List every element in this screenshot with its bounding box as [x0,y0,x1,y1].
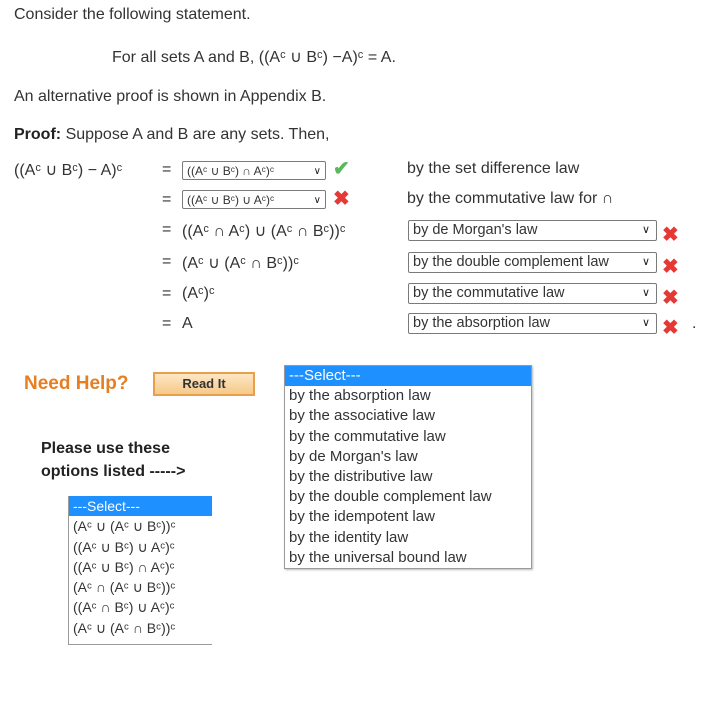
proof-label: Proof: [14,126,62,143]
step-2-expression-select[interactable]: ((Aᶜ ∪ Bᶜ) ∪ Aᶜ)ᶜ ∨ [182,190,326,209]
list-item[interactable]: ---Select--- [285,366,531,387]
intro-text: Consider the following statement. [14,6,251,23]
step-6-reason-select[interactable]: by the absorption law ∨ [408,313,657,334]
list-item[interactable]: by the distributive law [285,467,531,487]
x-mark-icon: ✖ [662,256,679,278]
options-listed-label: options listed -----> [41,463,186,480]
equals-sign: = [162,221,172,238]
select-value: ((Aᶜ ∪ Bᶜ) ∩ Aᶜ)ᶜ [187,164,275,178]
chevron-down-icon: ∨ [641,287,650,299]
select-value: by the double complement law [413,254,609,270]
equals-sign: = [162,191,172,208]
list-item[interactable]: ((Aᶜ ∪ Bᶜ) ∩ Aᶜ)ᶜ [69,557,212,577]
step-4-reason-select[interactable]: by the double complement law ∨ [408,252,657,273]
equals-sign: = [162,161,172,178]
list-item[interactable]: by the absorption law [285,386,531,406]
statement-text: For all sets A and B, ((Aᶜ ∪ Bᶜ) −A)ᶜ = … [112,49,396,66]
step-1-expression-select[interactable]: ((Aᶜ ∪ Bᶜ) ∩ Aᶜ)ᶜ ∨ [182,161,326,180]
list-item[interactable]: by the associative law [285,406,531,426]
select-value: by de Morgan's law [413,222,538,238]
step-5-expression: (Aᶜ)ᶜ [182,285,215,302]
read-it-button[interactable]: Read It [153,372,255,396]
step-4-expression: (Aᶜ ∪ (Aᶜ ∩ Bᶜ))ᶜ [182,255,299,272]
list-item[interactable]: (Aᶜ ∪ (Aᶜ ∪ Bᶜ))ᶜ [69,516,212,536]
equals-sign: = [162,253,172,270]
checkmark-icon: ✔ [333,158,350,180]
select-value: by the commutative law [413,285,565,301]
step-3-expression: ((Aᶜ ∩ Aᶜ) ∪ (Aᶜ ∩ Bᶜ))ᶜ [182,223,346,240]
list-item[interactable]: by the double complement law [285,487,531,507]
list-item[interactable]: ((Aᶜ ∪ Bᶜ) ∪ Aᶜ)ᶜ [69,537,212,557]
chevron-down-icon: ∨ [641,256,650,268]
select-value: ((Aᶜ ∪ Bᶜ) ∪ Aᶜ)ᶜ [187,193,275,207]
list-item[interactable]: by the commutative law [285,427,531,447]
chevron-down-icon: ∨ [313,195,321,206]
please-use-label: Please use these [41,440,170,457]
chevron-down-icon: ∨ [641,317,650,329]
list-item[interactable]: (Aᶜ ∪ (Aᶜ ∩ Bᶜ))ᶜ [69,618,212,638]
step-3-reason-select[interactable]: by de Morgan's law ∨ [408,220,657,241]
list-item[interactable]: by the identity law [285,528,531,548]
need-help-label: Need Help? [24,373,129,394]
reason-options-listbox[interactable]: ---Select--- by the absorption law by th… [284,365,532,569]
chevron-down-icon: ∨ [641,224,650,236]
x-mark-icon: ✖ [662,224,679,246]
alternative-text: An alternative proof is shown in Appendi… [14,88,327,105]
proof-line: Proof: Suppose A and B are any sets. The… [14,126,329,144]
step-2-reason: by the commutative law for ∩ [407,190,614,207]
select-value: by the absorption law [413,315,551,331]
equals-sign: = [162,285,172,302]
list-item[interactable]: by de Morgan's law [285,447,531,467]
list-item[interactable]: (Aᶜ ∩ (Aᶜ ∪ Bᶜ))ᶜ [69,577,212,597]
x-mark-icon: ✖ [662,287,679,309]
list-item[interactable]: ---Select--- [69,496,212,517]
step-6-expression: A [182,315,193,332]
end-period: . [692,315,697,332]
x-mark-icon: ✖ [662,317,679,339]
step-1-reason: by the set difference law [407,160,580,177]
list-item[interactable]: by the idempotent law [285,507,531,527]
list-item[interactable]: by the universal bound law [285,548,531,568]
x-mark-icon: ✖ [333,188,350,210]
chevron-down-icon: ∨ [313,166,321,177]
expression-options-listbox[interactable]: ---Select--- (Aᶜ ∪ (Aᶜ ∪ Bᶜ))ᶜ ((Aᶜ ∪ Bᶜ… [68,496,212,645]
equals-sign: = [162,315,172,332]
proof-text: Suppose A and B are any sets. Then, [65,126,330,143]
lhs-expression: ((Aᶜ ∪ Bᶜ) − A)ᶜ [14,162,123,179]
list-item[interactable]: ((Aᶜ ∩ Bᶜ) ∪ Aᶜ)ᶜ [69,597,212,617]
step-5-reason-select[interactable]: by the commutative law ∨ [408,283,657,304]
